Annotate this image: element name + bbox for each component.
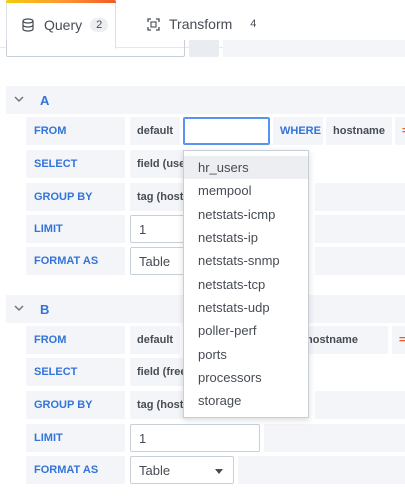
query-name[interactable]: B (40, 302, 49, 317)
dropdown-option[interactable]: storage (184, 389, 308, 412)
group-by-segment[interactable]: tag (hostn (130, 183, 190, 211)
dropdown-option[interactable]: netstats-icmp (184, 203, 308, 226)
limit-fill (315, 215, 405, 243)
dropdown-option[interactable]: ports (184, 342, 308, 365)
dropdown-option[interactable]: poller-perf (184, 319, 308, 342)
dropdown-option[interactable]: netstats-tcp (184, 272, 308, 295)
select-field-segment[interactable]: field (free (130, 358, 190, 386)
format-as-label: FORMAT AS (26, 247, 125, 275)
limit-label: LIMIT (26, 215, 125, 243)
from-label: FROM (26, 117, 125, 145)
group-by-label: GROUP BY (26, 391, 125, 419)
group-by-fill (315, 391, 405, 419)
format-as-label: FORMAT AS (26, 456, 125, 484)
format-as-fill (238, 456, 405, 484)
limit-label: LIMIT (26, 424, 125, 452)
chevron-down-icon[interactable] (14, 95, 26, 106)
dropdown-option[interactable]: hr_users (184, 156, 308, 180)
policy-segment[interactable]: default (130, 117, 180, 145)
limit-input[interactable]: 1 (130, 424, 260, 452)
tab-query-count: 2 (90, 17, 109, 32)
caret-down-icon (215, 469, 223, 474)
query-header-a[interactable]: A (6, 86, 405, 114)
tag-key-segment[interactable]: hostname (326, 117, 392, 145)
database-icon (21, 17, 35, 32)
datasource-help-button[interactable] (189, 40, 219, 57)
measurement-input[interactable] (183, 117, 270, 145)
limit-fill (264, 424, 405, 452)
datasource-picker[interactable] (6, 40, 185, 57)
dropdown-option[interactable]: netstats-ip (184, 226, 308, 249)
chevron-down-icon[interactable] (14, 304, 26, 315)
where-keyword: WHERE (273, 117, 323, 145)
format-as-fill (315, 247, 405, 275)
limit-input[interactable]: 1 (130, 215, 190, 243)
tag-key-segment[interactable]: hostname (302, 326, 388, 354)
dropdown-option[interactable]: mempool (184, 179, 308, 202)
group-by-label: GROUP BY (26, 183, 125, 211)
format-as-value: Table (139, 462, 171, 478)
operator-segment[interactable]: =~ (392, 326, 405, 354)
format-as-select[interactable]: Table (130, 456, 234, 484)
format-as-select[interactable]: Table (130, 247, 190, 275)
group-by-fill (315, 183, 405, 211)
tab-query-label: Query (44, 16, 83, 33)
measurement-dropdown: hr_users mempool netstats-icmp netstats-ip n… (183, 150, 309, 418)
operator-segment[interactable]: = (395, 117, 405, 145)
select-field-segment[interactable]: field (use (130, 150, 190, 178)
from-label: FROM (26, 326, 125, 354)
policy-segment[interactable]: default (130, 326, 180, 354)
format-as-value: Table (139, 253, 171, 269)
select-label: SELECT (26, 150, 125, 178)
query-name[interactable]: A (40, 93, 49, 108)
query-options-bar (223, 40, 405, 57)
dropdown-option[interactable]: processors (184, 366, 308, 389)
select-label: SELECT (26, 358, 125, 386)
dropdown-option[interactable]: netstats-udp (184, 296, 308, 319)
group-by-segment[interactable]: tag (hostn (130, 391, 190, 419)
dropdown-option[interactable]: netstats-snmp (184, 249, 308, 272)
tab-transform-count: 4 (250, 18, 257, 30)
dropdown-list: hr_users mempool netstats-icmp netstats-ip n… (184, 156, 308, 412)
tab-transform-label: Transform (169, 16, 233, 32)
transform-icon (146, 17, 160, 31)
